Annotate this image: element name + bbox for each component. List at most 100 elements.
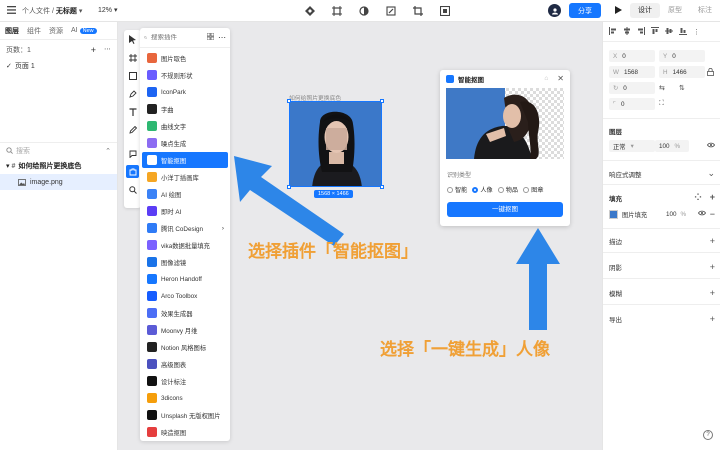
add-shadow-icon[interactable]: + (710, 262, 715, 272)
rotation-field[interactable]: ↻ 0 (609, 82, 655, 94)
responsive-section[interactable]: 响应式调整 ⌄ (609, 168, 715, 179)
eye-icon[interactable] (697, 210, 706, 218)
menu-icon[interactable] (7, 6, 16, 16)
plugin-item[interactable]: 3dicons (142, 390, 228, 406)
page-item[interactable]: ✓ 页面 1 (0, 58, 117, 74)
tab-ai[interactable]: AI New (71, 27, 97, 34)
layer-frame[interactable]: ▾ # 如何给照片更换底色 (0, 158, 117, 174)
align-center-h-icon[interactable] (623, 26, 631, 37)
plugin-item[interactable]: 小洋丁插画库 (142, 169, 228, 185)
plugin-item[interactable]: IconPark (142, 84, 228, 100)
plugin-item[interactable]: vika数据批量填充 (142, 237, 228, 253)
edit-vector-icon[interactable] (383, 3, 398, 18)
crop-icon[interactable] (410, 3, 425, 18)
frame-icon[interactable] (329, 3, 344, 18)
plugin-item[interactable]: 图像滤镜 (142, 254, 228, 270)
align-left-icon[interactable] (609, 26, 617, 37)
mask-icon[interactable] (437, 3, 452, 18)
plugin-item[interactable]: 腾讯 CoDesign › (142, 220, 228, 236)
shadow-section[interactable]: 阴影 + (609, 262, 715, 272)
tab-assets[interactable]: 资源 (49, 26, 63, 36)
fill-row[interactable]: 图片填充 100 % − (609, 208, 715, 220)
radius-field[interactable]: ⌜ 0 (609, 98, 655, 110)
one-click-cutout-button[interactable]: 一键抠图 (447, 202, 563, 217)
lock-ratio-icon[interactable] (707, 67, 714, 78)
plugin-item[interactable]: 智能抠图 (142, 152, 228, 168)
collapse-icon[interactable]: ⌃ (105, 147, 111, 155)
blur-section[interactable]: 模糊 + (609, 288, 715, 298)
option-smart[interactable]: 智能 (447, 185, 467, 194)
breadcrumb-folder[interactable]: 个人文件 (22, 8, 50, 15)
chevron-down-icon[interactable]: ⌄ (707, 168, 715, 179)
tab-annotation[interactable]: 标注 (690, 3, 720, 18)
share-button[interactable]: 分享 (569, 3, 601, 18)
boolean-icon[interactable] (356, 3, 371, 18)
avatar[interactable] (548, 4, 561, 17)
add-blur-icon[interactable]: + (710, 288, 715, 298)
text-tool-icon[interactable] (126, 105, 139, 118)
search-tool-icon[interactable] (126, 183, 139, 196)
flip-v-icon[interactable]: ⇅ (679, 84, 685, 92)
plugin-tool-icon[interactable] (126, 165, 139, 178)
option-stamp[interactable]: 图章 (523, 185, 544, 194)
y-field[interactable]: Y0 (659, 50, 705, 62)
more-icon[interactable]: ⋯ (104, 45, 111, 55)
add-stroke-icon[interactable]: + (710, 236, 715, 246)
comment-tool-icon[interactable] (126, 147, 139, 160)
plugin-item[interactable]: 效果生成器 (142, 305, 228, 321)
close-icon[interactable]: ✕ (557, 74, 564, 83)
add-fill-icon[interactable]: + (710, 192, 715, 203)
independent-corners-icon[interactable]: ⛶ (659, 100, 664, 108)
grid-icon[interactable] (206, 32, 215, 42)
tab-design[interactable]: 设计 (630, 3, 660, 18)
plugin-item[interactable]: 高级图表 (142, 356, 228, 372)
distribute-icon[interactable]: ⋮ (693, 28, 700, 36)
component-icon[interactable] (302, 3, 317, 18)
align-top-icon[interactable] (651, 26, 659, 37)
plugin-item[interactable]: 字曲 (142, 101, 228, 117)
align-center-v-icon[interactable] (665, 27, 673, 37)
play-icon[interactable] (615, 5, 622, 16)
selection-handle-br[interactable] (380, 185, 384, 189)
move-tool-icon[interactable] (126, 33, 139, 46)
plugin-item[interactable]: 映造抠图 (142, 424, 228, 440)
option-object[interactable]: 物品 (497, 185, 518, 194)
tab-prototype[interactable]: 原型 (660, 3, 690, 18)
option-portrait[interactable]: 人像 (472, 185, 493, 194)
align-bottom-icon[interactable] (679, 27, 687, 37)
chevron-down-icon[interactable]: ▾ (6, 162, 10, 170)
height-field[interactable]: H 1466 (659, 66, 705, 78)
layer-search[interactable]: 搜索 ⌃ (0, 142, 117, 158)
more-icon[interactable]: ⋯ (218, 33, 226, 42)
plugin-item[interactable]: 设计标注 (142, 373, 228, 389)
flip-h-icon[interactable]: ⇆ (659, 84, 665, 92)
x-field[interactable]: X0 (609, 50, 655, 62)
document-title[interactable]: 无标题 (56, 8, 77, 15)
plugin-item[interactable]: Notion 风格图标 (142, 339, 228, 355)
plugin-item[interactable]: Unsplash 无版权图片 (142, 407, 228, 423)
style-grid-icon[interactable]: ⁘ (694, 192, 702, 203)
pen-tool-icon[interactable] (126, 87, 139, 100)
help-icon[interactable]: ? (703, 430, 713, 440)
plugin-item[interactable]: 图片取色 (142, 50, 228, 66)
selection-handle-tr[interactable] (380, 99, 384, 103)
export-section[interactable]: 导出 + (609, 314, 715, 324)
add-page-icon[interactable]: + (91, 45, 96, 55)
chevron-down-icon[interactable]: ▾ (79, 8, 83, 15)
plugin-item[interactable]: Heron Handoff (142, 271, 228, 287)
opacity-field[interactable]: 100% (655, 140, 689, 152)
selection-handle-tl[interactable] (287, 99, 291, 103)
zoom-dropdown[interactable]: 12% ▾ (98, 6, 117, 14)
plugin-item[interactable]: 即时 AI (142, 203, 228, 219)
plugin-item[interactable]: AI 绘图 (142, 186, 228, 202)
rectangle-tool-icon[interactable] (126, 69, 139, 82)
add-export-icon[interactable]: + (710, 314, 715, 324)
stroke-section[interactable]: 描边 + (609, 236, 715, 246)
tab-layers[interactable]: 图层 (5, 26, 19, 36)
frame-tool-icon[interactable] (126, 51, 139, 64)
tab-components[interactable]: 组件 (27, 26, 41, 36)
plugin-item[interactable]: Arco Toolbox (142, 288, 228, 304)
plugin-item[interactable]: 不规则形状 (142, 67, 228, 83)
pencil-tool-icon[interactable] (126, 123, 139, 136)
layer-image[interactable]: image.png (0, 174, 117, 190)
